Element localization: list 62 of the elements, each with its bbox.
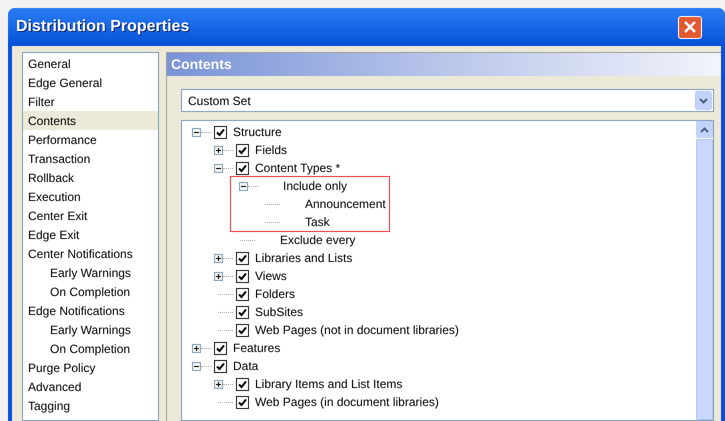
category-item[interactable]: Rollback (23, 168, 158, 187)
checkbox[interactable] (214, 126, 227, 138)
tree-item-label[interactable]: Data (233, 357, 258, 375)
scroll-up-button[interactable] (696, 121, 713, 138)
tree-item-label[interactable]: Libraries and Lists (255, 249, 352, 267)
expand-icon[interactable] (214, 254, 223, 262)
category-item[interactable]: General (23, 54, 158, 73)
preset-dropdown[interactable]: Custom Set (181, 89, 714, 112)
tree-item-label[interactable]: Web Pages (in document libraries) (255, 393, 439, 411)
expand-icon[interactable] (214, 146, 223, 154)
collapse-icon[interactable] (239, 182, 248, 190)
category-item[interactable]: Execution (23, 187, 158, 206)
category-item[interactable]: Purge Policy (23, 358, 158, 377)
checkbox[interactable] (236, 144, 249, 156)
category-item[interactable]: On Completion (23, 282, 158, 301)
collapse-icon[interactable] (214, 164, 223, 172)
category-item[interactable]: Early Warnings (23, 320, 158, 339)
tree-item-label[interactable]: Exclude every (280, 231, 356, 249)
close-icon (684, 21, 696, 33)
tree-item-label[interactable]: Views (255, 267, 287, 285)
category-item[interactable]: Edge Notifications (23, 301, 158, 320)
category-item[interactable]: Center Notifications (23, 244, 158, 263)
category-item[interactable]: Edge Exit (23, 225, 158, 244)
tree-item-label[interactable]: Web Pages (not in document libraries) (255, 321, 459, 339)
tree-item-label[interactable]: Include only (283, 177, 348, 195)
expand-icon[interactable] (192, 344, 201, 352)
checkbox[interactable] (236, 270, 249, 282)
close-button[interactable] (678, 16, 702, 38)
category-item[interactable]: Filter (23, 92, 158, 111)
checkbox[interactable] (214, 360, 227, 372)
tree-item-label[interactable]: Fields (255, 141, 288, 159)
expand-icon[interactable] (214, 272, 223, 280)
expand-icon[interactable] (214, 380, 223, 388)
category-item[interactable]: Advanced (23, 377, 158, 396)
tree-item-label[interactable]: Content Types * (255, 159, 340, 177)
category-item[interactable]: Early Warnings (23, 263, 158, 282)
category-item[interactable]: Contents (23, 111, 158, 130)
category-item[interactable]: Transaction (23, 149, 158, 168)
checkbox[interactable] (236, 396, 249, 408)
collapse-icon[interactable] (192, 362, 201, 370)
collapse-icon[interactable] (192, 128, 201, 136)
checkbox[interactable] (236, 324, 249, 336)
checkbox[interactable] (236, 378, 249, 390)
checkbox[interactable] (236, 252, 249, 264)
category-item[interactable]: Center Exit (23, 206, 158, 225)
tree-item-label[interactable]: Library Items and List Items (255, 375, 402, 393)
window-title: Distribution Properties (16, 17, 190, 37)
tree-item-label[interactable]: SubSites (255, 303, 304, 321)
tree-item-label[interactable]: Task (305, 213, 330, 231)
tree-item-label[interactable]: Structure (233, 123, 282, 141)
category-item[interactable]: On Completion (23, 339, 158, 358)
checkbox[interactable] (236, 288, 249, 300)
checkbox[interactable] (214, 342, 227, 354)
tree-item-label[interactable]: Announcement (305, 195, 386, 213)
checkbox[interactable] (236, 306, 249, 318)
category-item[interactable]: Tagging (23, 396, 158, 415)
panel-header: Contents (167, 53, 721, 76)
category-item[interactable]: Edge General (23, 73, 158, 92)
tree-item-label[interactable]: Features (233, 339, 280, 357)
tree-item-label[interactable]: Folders (255, 285, 296, 303)
category-item[interactable]: Performance (23, 130, 158, 149)
checkbox[interactable] (236, 162, 249, 174)
